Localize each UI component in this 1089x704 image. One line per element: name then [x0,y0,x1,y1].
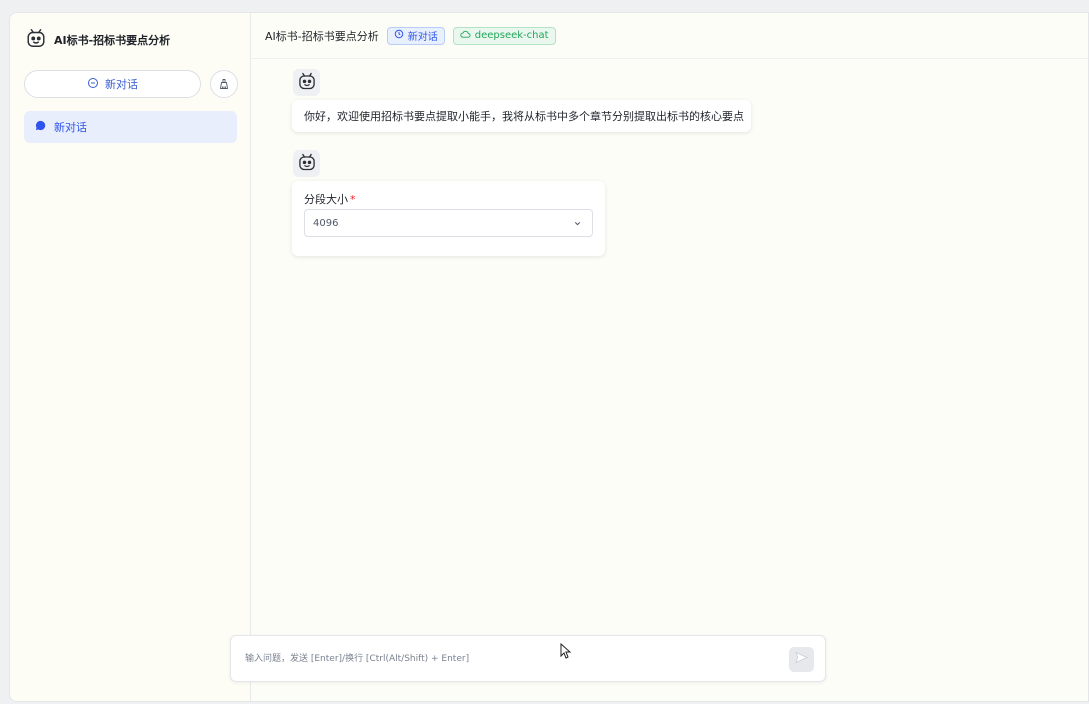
conversation-item[interactable]: 新对话 [24,111,237,143]
robot-icon [297,71,317,95]
chunk-size-value: 4096 [313,217,339,229]
new-chat-button[interactable]: 新对话 [24,70,201,98]
chevron-down-icon [573,219,582,231]
assistant-message: 你好，欢迎使用招标书要点提取小能手，我将从标书中多个章节分别提取出标书的核心要点 [292,100,751,132]
assistant-message-text: 你好，欢迎使用招标书要点提取小能手，我将从标书中多个章节分别提取出标书的核心要点 [304,110,744,123]
chat-dot-icon [35,120,46,134]
chat-header: AI标书-招标书要点分析 新对话 deepseek-chat [251,13,1088,59]
chat-bubble-icon [87,77,99,92]
brand: AI标书-招标书要点分析 [25,27,170,53]
send-button[interactable] [789,647,814,672]
chunk-size-select[interactable]: 4096 [304,209,593,237]
message-composer [230,635,826,682]
assistant-avatar [293,69,320,96]
message-input[interactable] [245,650,765,668]
model-tag-label: deepseek-chat [474,30,549,41]
conversation-label: 新对话 [54,121,87,134]
conversation-tag-label: 新对话 [407,32,438,43]
assistant-avatar [293,150,320,177]
cloud-icon [460,29,471,42]
model-tag: deepseek-chat [452,26,556,45]
conversation-tag: 新对话 [386,26,445,45]
clock-icon [394,29,404,42]
chunk-size-label: 分段大小 * [304,191,356,207]
clear-conversations-button[interactable] [210,70,238,98]
send-icon [794,650,809,669]
brand-title: AI标书-招标书要点分析 [54,34,171,47]
chat-title: AI标书-招标书要点分析 [265,29,379,43]
required-mark: * [350,193,356,206]
chunk-size-label-text: 分段大小 [304,193,348,206]
broom-icon [218,75,230,94]
app-window: AI标书-招标书要点分析 新对话 新对话 AI标书-招标书要点分析 新对话 de… [9,12,1089,702]
parameter-form-card: 分段大小 * 4096 [292,181,605,256]
mouse-cursor-icon [560,642,572,663]
chat-area: AI标书-招标书要点分析 新对话 deepseek-chat 你好，欢迎使用招标… [251,13,1088,701]
sidebar: AI标书-招标书要点分析 新对话 新对话 [10,13,251,701]
robot-icon [297,152,317,176]
robot-icon [25,27,47,53]
new-chat-label: 新对话 [105,78,138,91]
